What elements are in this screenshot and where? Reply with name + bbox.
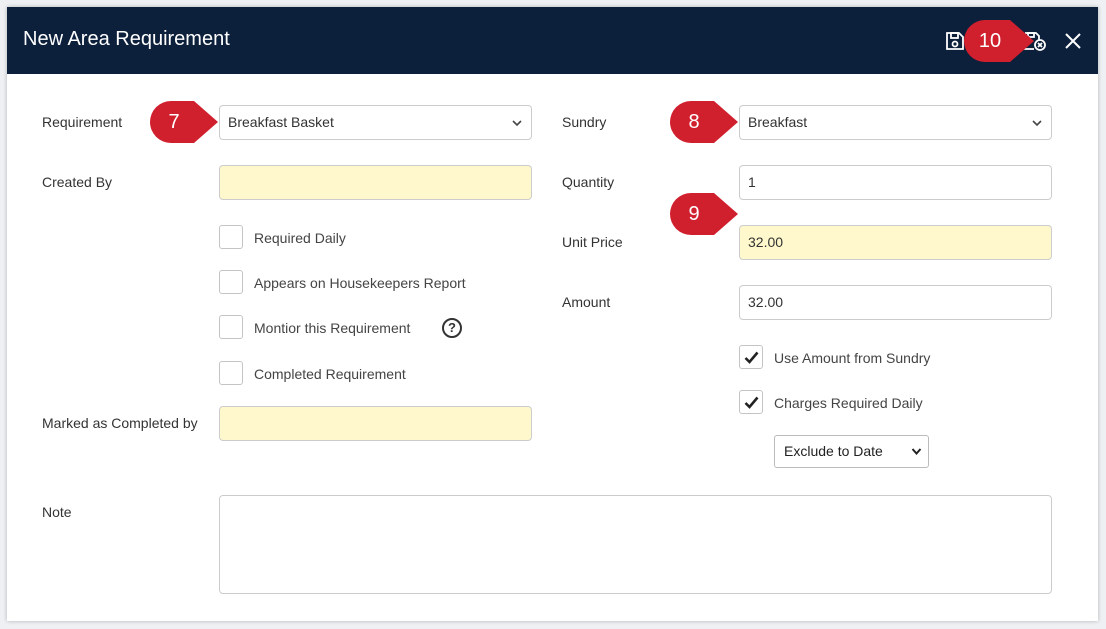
sundry-value: Breakfast [748,114,808,130]
charges-required-daily-label: Charges Required Daily [774,395,923,411]
callout-marker-7: 7 [150,101,220,143]
dialog-title: New Area Requirement [23,28,230,50]
completed-requirement-label: Completed Requirement [254,366,406,382]
new-area-requirement-dialog: New Area Requirement Requirement Breakfa… [7,7,1098,621]
exclude-to-date-select[interactable]: Exclude to Date [774,435,929,468]
callout-marker-9: 9 [670,193,740,235]
close-icon[interactable] [1061,29,1085,53]
sundry-select[interactable]: Breakfast [739,105,1052,140]
required-daily-checkbox[interactable] [219,225,243,249]
amount-field[interactable]: 32.00 [739,285,1052,320]
quantity-field[interactable]: 1 [739,165,1052,200]
monitor-requirement-label: Montior this Requirement [254,320,411,336]
requirement-label: Requirement [42,114,123,130]
unit-price-label: Unit Price [562,234,623,250]
use-amount-from-sundry-checkbox[interactable] [739,345,763,369]
required-daily-label: Required Daily [254,230,346,246]
chevron-down-icon [1032,120,1042,127]
help-icon[interactable]: ? [442,318,462,338]
sundry-label: Sundry [562,114,607,130]
requirement-value: Breakfast Basket [228,114,334,130]
dialog-titlebar: New Area Requirement [7,7,1098,74]
note-label: Note [42,504,72,520]
checkmark-icon [744,396,759,409]
monitor-requirement-checkbox[interactable] [219,315,243,339]
quantity-label: Quantity [562,174,615,190]
use-amount-from-sundry-label: Use Amount from Sundry [774,350,931,366]
requirement-select[interactable]: Breakfast Basket [219,105,532,140]
callout-marker-10: 10 [964,20,1036,62]
dropdown-arrow-icon [911,448,922,456]
created-by-field[interactable] [219,165,532,200]
housekeepers-report-label: Appears on Housekeepers Report [254,275,466,291]
charges-required-daily-checkbox[interactable] [739,390,763,414]
housekeepers-report-checkbox[interactable] [219,270,243,294]
marked-completed-label: Marked as Completed by [42,415,198,431]
chevron-down-icon [512,120,522,127]
checkmark-icon [744,351,759,364]
callout-marker-8: 8 [670,101,740,143]
amount-label: Amount [562,294,611,310]
created-by-label: Created By [42,174,113,190]
exclude-to-date-value: Exclude to Date [784,443,883,459]
marked-completed-field[interactable] [219,406,532,441]
unit-price-field[interactable]: 32.00 [739,225,1052,260]
note-textarea[interactable] [219,495,1052,594]
completed-requirement-checkbox[interactable] [219,361,243,385]
